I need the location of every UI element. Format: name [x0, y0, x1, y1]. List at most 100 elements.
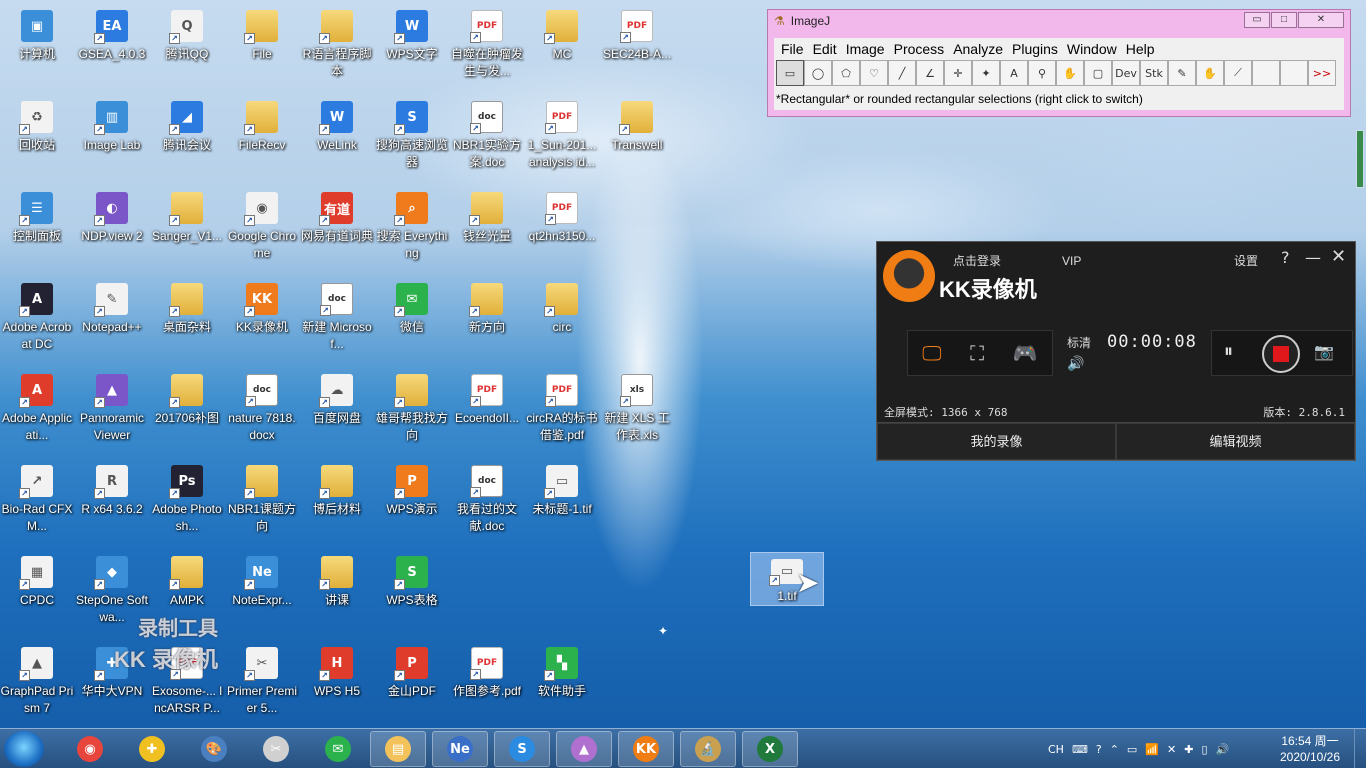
- taskbar-excel[interactable]: X: [742, 731, 798, 767]
- desktop-icon[interactable]: ✉ ↗ 微信: [375, 277, 449, 363]
- desktop-icon[interactable]: PDF ↗ 1_Sun-201... analysis id...: [525, 95, 599, 181]
- desktop-icon[interactable]: PDF ↗ qt2hn3150...: [525, 186, 599, 272]
- desktop-icon[interactable]: ↗ 钱丝光量: [450, 186, 524, 272]
- tray-icon[interactable]: ▭: [1127, 743, 1137, 756]
- desktop-icon[interactable]: W ↗ WPS文字: [375, 4, 449, 90]
- clock[interactable]: 16:54 周一 2020/10/26: [1278, 733, 1342, 765]
- show-desktop-button[interactable]: [1354, 729, 1366, 768]
- desktop-icon[interactable]: ↗ 新方向: [450, 277, 524, 363]
- minimize-button[interactable]: ▭: [1244, 12, 1270, 28]
- desktop-icon[interactable]: S ↗ 搜狗高速浏览器: [375, 95, 449, 181]
- taskbar-chrome[interactable]: ◉: [62, 731, 118, 767]
- desktop-icon[interactable]: ▲ ↗ GraphPad Prism 7: [0, 641, 74, 727]
- close-button[interactable]: ✕: [1331, 246, 1346, 267]
- desktop-icon[interactable]: doc ↗ 新建 Microsof...: [300, 277, 374, 363]
- desktop-icon[interactable]: ↗ 博后材料: [300, 459, 374, 545]
- taskbar-wechat[interactable]: ✉: [310, 731, 366, 767]
- desktop-icon[interactable]: ☰ ↗ 控制面板: [0, 186, 74, 272]
- imagej-tool-button[interactable]: ⚲: [1028, 60, 1056, 86]
- desktop-icon[interactable]: EA ↗ GSEA_4.0.3: [75, 4, 149, 90]
- edit-video-button[interactable]: 编辑视频: [1116, 423, 1355, 460]
- imagej-tool-button[interactable]: ✋: [1196, 60, 1224, 86]
- desktop-icon[interactable]: ◉ ↗ Google Chrome: [225, 186, 299, 272]
- desktop-icon[interactable]: PDF ↗ EcoendoII...: [450, 368, 524, 454]
- menu-edit[interactable]: Edit: [810, 41, 843, 57]
- desktop-icon[interactable]: xls ↗ 新建 XLS 工作表.xls: [600, 368, 674, 454]
- vip-link[interactable]: VIP: [1062, 254, 1081, 268]
- help-button[interactable]: ?: [1281, 248, 1290, 267]
- desktop-icon[interactable]: PDF ↗ SEC24B-A...: [600, 4, 674, 90]
- imagej-tool-button[interactable]: Dev: [1112, 60, 1140, 86]
- imagej-tool-button[interactable]: ▭: [776, 60, 804, 86]
- desktop-icon[interactable]: doc ↗ NBR1实验方案.doc: [450, 95, 524, 181]
- imagej-tool-button[interactable]: ✛: [944, 60, 972, 86]
- game-mode-icon[interactable]: 🎮: [1013, 341, 1038, 365]
- taskbar-noteexpress[interactable]: Ne: [432, 731, 488, 767]
- volume-icon[interactable]: 🔊: [1067, 356, 1084, 372]
- imagej-tool-button[interactable]: ◯: [804, 60, 832, 86]
- desktop-icon[interactable]: ↗ FileRecv: [225, 95, 299, 181]
- desktop-icon[interactable]: H ↗ WPS H5: [300, 641, 374, 727]
- tray-icon[interactable]: ⌃: [1110, 743, 1119, 756]
- desktop-icon[interactable]: 有道 ↗ 网易有道词典: [300, 186, 374, 272]
- desktop-icon[interactable]: ✎ ↗ Notepad++: [75, 277, 149, 363]
- close-button[interactable]: ✕: [1298, 12, 1344, 28]
- desktop-icon[interactable]: ↗ File: [225, 4, 299, 90]
- desktop-icon[interactable]: P ↗ WPS演示: [375, 459, 449, 545]
- desktop-icon[interactable]: Q ↗ 腾讯QQ: [150, 4, 224, 90]
- taskbar-sogou[interactable]: S: [494, 731, 550, 767]
- tray-icon[interactable]: ✕: [1167, 743, 1176, 756]
- fullscreen-mode-icon[interactable]: 🖵: [922, 341, 941, 365]
- desktop-icon[interactable]: A ↗ Adobe Acrobat DC: [0, 277, 74, 363]
- desktop-icon[interactable]: ↗ circ: [525, 277, 599, 363]
- taskbar-paint[interactable]: 🎨: [186, 731, 242, 767]
- menu-process[interactable]: Process: [891, 41, 951, 57]
- desktop-icon[interactable]: W ↗ WeLink: [300, 95, 374, 181]
- desktop-icon[interactable]: ⌕ ↗ 搜索 Everything: [375, 186, 449, 272]
- imagej-tool-button[interactable]: [1252, 60, 1280, 86]
- taskbar-explorer[interactable]: ▤: [370, 731, 426, 767]
- stop-record-button[interactable]: [1262, 335, 1300, 373]
- desktop-icon[interactable]: ↗ NBR1课题方向: [225, 459, 299, 545]
- desktop-icon[interactable]: R ↗ R x64 3.6.2: [75, 459, 149, 545]
- tray-icon[interactable]: CH: [1048, 743, 1064, 756]
- desktop-icon[interactable]: PDF ↗ 作图参考.pdf: [450, 641, 524, 727]
- desktop-icon[interactable]: ↗ 雄哥帮我找方向: [375, 368, 449, 454]
- quality-selector[interactable]: 标清: [1067, 334, 1091, 351]
- desktop-icon[interactable]: ▥ ↗ Image Lab: [75, 95, 149, 181]
- tray-icon[interactable]: ▯: [1201, 743, 1207, 756]
- taskbar-imagej[interactable]: 🔬: [680, 731, 736, 767]
- menu-help[interactable]: Help: [1123, 41, 1161, 57]
- taskbar-prism[interactable]: ▲: [556, 731, 612, 767]
- tray-icon[interactable]: ✚: [1184, 743, 1193, 756]
- imagej-tool-button[interactable]: ▢: [1084, 60, 1112, 86]
- desktop-icon[interactable]: ↗ MC: [525, 4, 599, 90]
- login-link[interactable]: 点击登录: [953, 252, 1001, 269]
- imagej-tool-button[interactable]: ♡: [860, 60, 888, 86]
- menu-window[interactable]: Window: [1064, 41, 1123, 57]
- desktop-icon[interactable]: ♻ ↗ 回收站: [0, 95, 74, 181]
- settings-link[interactable]: 设置: [1234, 252, 1258, 269]
- taskbar-kk[interactable]: KK: [618, 731, 674, 767]
- desktop-icon[interactable]: ↗ ↗ Bio-Rad CFX M...: [0, 459, 74, 545]
- menu-analyze[interactable]: Analyze: [950, 41, 1009, 57]
- desktop-icon[interactable]: ▦ ↗ CPDC: [0, 550, 74, 636]
- desktop-icon[interactable]: ↗ 讲课: [300, 550, 374, 636]
- desktop-icon[interactable]: ✂ ↗ Primer Premier 5...: [225, 641, 299, 727]
- minimize-button[interactable]: —: [1305, 248, 1321, 267]
- pause-icon[interactable]: ⏸: [1224, 341, 1233, 362]
- tray-icon[interactable]: ?: [1096, 743, 1102, 756]
- tray-icon[interactable]: ⌨: [1072, 743, 1088, 756]
- start-button[interactable]: [4, 731, 44, 767]
- desktop-icon[interactable]: ▲ ↗ Pannoramic Viewer: [75, 368, 149, 454]
- desktop-icon[interactable]: P ↗ 金山PDF: [375, 641, 449, 727]
- desktop-icon[interactable]: ↗ R语言程序脚本: [300, 4, 374, 90]
- desktop-icon[interactable]: Ne ↗ NoteExpr...: [225, 550, 299, 636]
- desktop-icon[interactable]: ↗ Sanger_V1...: [150, 186, 224, 272]
- tray-icon[interactable]: 📶: [1145, 743, 1159, 756]
- region-mode-icon[interactable]: ⛶: [970, 341, 984, 365]
- imagej-tool-button[interactable]: ✎: [1168, 60, 1196, 86]
- imagej-tool-button[interactable]: Stk: [1140, 60, 1168, 86]
- imagej-tool-button[interactable]: ✋: [1056, 60, 1084, 86]
- taskbar-tool[interactable]: ✂: [248, 731, 304, 767]
